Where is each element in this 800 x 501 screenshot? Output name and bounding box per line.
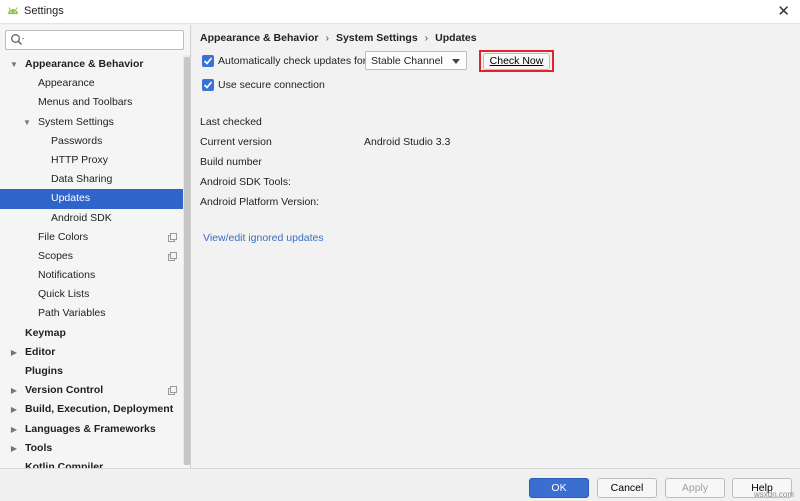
sidebar-item-passwords[interactable]: Passwords <box>0 132 183 151</box>
breadcrumb-system-settings[interactable]: System Settings <box>336 32 418 44</box>
sidebar-item-label: Editor <box>25 345 56 358</box>
sidebar-item-label: Keymap <box>25 326 66 339</box>
sidebar-item-label: Build, Execution, Deployment <box>25 403 174 416</box>
sidebar-item-label: Languages & Frameworks <box>25 422 156 435</box>
auto-check-label[interactable]: Automatically check updates for <box>218 55 366 67</box>
apply-button[interactable]: Apply <box>665 478 725 498</box>
ignored-updates-link[interactable]: View/edit ignored updates <box>203 232 324 244</box>
platform-version-label: Android Platform Version: <box>200 196 320 208</box>
sidebar-item-quick-lists[interactable]: Quick Lists <box>0 285 183 304</box>
chevron-right-icon[interactable]: ▶ <box>9 439 19 458</box>
updates-panel: Appearance & Behavior › System Settings › Up… <box>192 25 800 468</box>
sidebar-item-updates[interactable]: Updates <box>0 189 183 209</box>
settings-sidebar: ▼ Appearance & Behavior Appearance Menus an… <box>0 25 191 468</box>
sidebar-item-label: System Settings <box>38 115 114 128</box>
breadcrumb-updates: Updates <box>435 32 477 44</box>
sidebar-item-appearance[interactable]: Appearance <box>0 74 183 93</box>
channel-select[interactable]: Stable Channel <box>365 51 467 70</box>
check-now-button[interactable]: Check Now <box>483 53 550 70</box>
android-icon <box>8 7 18 14</box>
sidebar-item-label: Path Variables <box>38 307 106 320</box>
auto-check-checkbox[interactable] <box>202 55 214 67</box>
sidebar-item-plugins[interactable]: Plugins <box>0 362 183 381</box>
dialog-footer: OK Cancel Apply Help wsxdn.com <box>0 468 800 501</box>
search-icon[interactable] <box>10 33 26 47</box>
sidebar-item-label: Quick Lists <box>38 288 90 301</box>
sidebar-item-menus-and-toolbars[interactable]: Menus and Toolbars <box>0 93 183 112</box>
breadcrumb: Appearance & Behavior › System Settings › Up… <box>200 32 477 44</box>
sidebar-item-label: Tools <box>25 441 53 454</box>
sidebar-item-label: Android SDK <box>51 211 112 224</box>
sidebar-scrollbar[interactable] <box>183 55 190 465</box>
secure-connection-checkbox[interactable] <box>202 79 214 91</box>
sidebar-item-label: HTTP Proxy <box>51 153 108 166</box>
sidebar-item-label: Kotlin Compiler <box>25 460 104 468</box>
channel-select-value: Stable Channel <box>371 55 443 67</box>
sidebar-item-label: Plugins <box>25 365 63 377</box>
chevron-right-icon[interactable]: ▶ <box>9 400 19 419</box>
current-version-label: Current version <box>200 136 272 148</box>
sidebar-item-android-sdk[interactable]: Android SDK <box>0 209 183 228</box>
sdk-tools-label: Android SDK Tools: <box>200 176 291 188</box>
sidebar-item-appearance-behavior[interactable]: ▼ Appearance & Behavior <box>0 55 183 74</box>
sidebar-item-label: Appearance <box>38 77 95 90</box>
settings-tree: ▼ Appearance & Behavior Appearance Menus an… <box>0 55 183 468</box>
chevron-right-icon[interactable]: ▶ <box>9 343 19 362</box>
sidebar-item-editor[interactable]: ▶ Editor <box>0 343 183 362</box>
search-input[interactable] <box>28 33 178 47</box>
build-number-label: Build number <box>200 156 262 168</box>
watermark: wsxdn.com <box>753 490 794 499</box>
sidebar-item-system-settings[interactable]: ▼ System Settings <box>0 113 183 132</box>
sidebar-item-languages-frameworks[interactable]: ▶ Languages & Frameworks <box>0 420 183 439</box>
sidebar-item-label: Menus and Toolbars <box>38 96 133 109</box>
scrollbar-thumb[interactable] <box>184 57 190 465</box>
sidebar-item-label: Scopes <box>38 249 74 262</box>
sidebar-item-build-execution-deployment[interactable]: ▶ Build, Execution, Deployment <box>0 400 183 419</box>
sidebar-item-label: Data Sharing <box>51 173 113 186</box>
breadcrumb-separator: › <box>325 32 329 44</box>
chevron-right-icon[interactable]: ▶ <box>9 420 19 439</box>
sidebar-item-keymap[interactable]: Keymap <box>0 324 183 343</box>
chevron-down-icon <box>452 59 460 64</box>
window-title: Settings <box>24 5 64 17</box>
last-checked-label: Last checked <box>200 116 262 128</box>
chevron-right-icon[interactable]: ▶ <box>9 381 19 400</box>
cancel-button[interactable]: Cancel <box>597 478 657 498</box>
sidebar-item-label: File Colors <box>38 230 89 243</box>
secure-connection-label[interactable]: Use secure connection <box>218 79 325 91</box>
search-box <box>5 30 184 50</box>
sidebar-item-version-control[interactable]: ▶ Version Control <box>0 381 183 400</box>
sidebar-item-label: Version Control <box>25 384 104 397</box>
breadcrumb-separator: › <box>424 32 429 44</box>
current-version-value: Android Studio 3.3 <box>364 136 451 148</box>
sidebar-item-notifications[interactable]: Notifications <box>0 266 183 285</box>
sidebar-item-http-proxy[interactable]: HTTP Proxy <box>0 151 183 170</box>
chevron-down-icon[interactable]: ▼ <box>22 113 32 132</box>
sidebar-item-label: Updates <box>51 192 91 205</box>
project-settings-icon <box>168 386 177 396</box>
close-icon[interactable]: ✕ <box>777 2 790 20</box>
sidebar-item-tools[interactable]: ▶ Tools <box>0 439 183 458</box>
sidebar-item-file-colors[interactable]: File Colors <box>0 228 183 247</box>
chevron-down-icon[interactable]: ▼ <box>9 55 19 74</box>
sidebar-item-data-sharing[interactable]: Data Sharing <box>0 170 183 189</box>
checkmark-icon <box>203 81 213 89</box>
breadcrumb-appearance[interactable]: Appearance & Behavior <box>200 32 318 44</box>
sidebar-item-label: Notifications <box>38 269 96 282</box>
sidebar-item-scopes[interactable]: Scopes <box>0 247 183 266</box>
sidebar-item-label: Appearance & Behavior <box>25 58 144 70</box>
ok-button[interactable]: OK <box>529 478 589 498</box>
project-settings-icon <box>168 232 177 242</box>
title-bar: Settings ✕ <box>0 0 800 24</box>
sidebar-item-label: Passwords <box>51 134 103 147</box>
sidebar-item-kotlin-compiler[interactable]: Kotlin Compiler <box>0 458 183 468</box>
project-settings-icon <box>168 251 177 261</box>
sidebar-item-path-variables[interactable]: Path Variables <box>0 304 183 323</box>
checkmark-icon <box>203 57 213 65</box>
